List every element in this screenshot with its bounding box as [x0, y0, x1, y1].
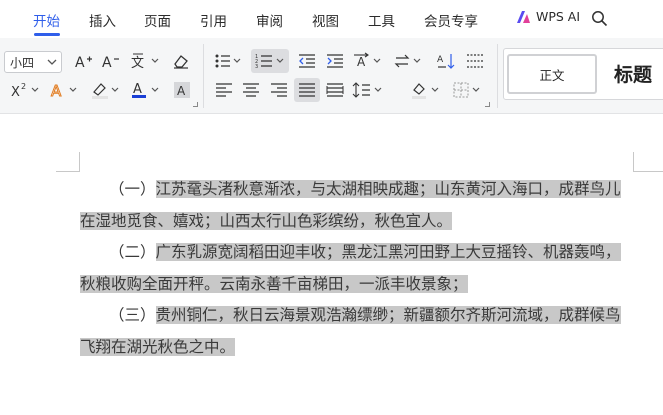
- highlight-icon[interactable]: [90, 79, 122, 101]
- line-sort-icon[interactable]: [394, 50, 424, 72]
- ribbon-separator: [203, 44, 204, 108]
- paragraph-line[interactable]: （一）江苏鼋头渚秋意渐浓，与太湖相映成趣；山东黄河入海口，成群鸟儿: [109, 174, 621, 204]
- selected-text: 贵州铜仁，秋日云海景观浩瀚缥缈；新疆额尔齐斯河流域，成群候鸟: [155, 306, 621, 324]
- tab-member[interactable]: 会员专享: [424, 10, 478, 30]
- font-dialog-launcher[interactable]: [193, 102, 198, 107]
- search-icon[interactable]: [591, 10, 608, 27]
- svg-text:A: A: [75, 55, 85, 70]
- paragraph-dialog-launcher[interactable]: [485, 102, 490, 107]
- menu-bar: 开始 插入 页面 引用 审阅 视图 工具 会员专享 WPS AI: [0, 0, 663, 38]
- wps-ai-label: WPS AI: [536, 9, 581, 24]
- paragraph-line[interactable]: （二）广东乳源宽阔稻田迎丰收；黑龙江黑河田野上大豆摇铃、机器轰鸣，: [109, 237, 621, 267]
- svg-text:A: A: [133, 82, 142, 97]
- bullet-list-icon[interactable]: [214, 50, 244, 72]
- font-size-value: 小四: [10, 55, 35, 70]
- style-normal-button[interactable]: 正文: [507, 54, 597, 94]
- clear-format-icon[interactable]: [170, 50, 192, 72]
- margin-marker: [56, 171, 80, 172]
- distributed-icon[interactable]: [324, 79, 346, 101]
- character-shading-icon[interactable]: A: [171, 79, 193, 101]
- ribbon-separator: [497, 44, 498, 108]
- document-canvas[interactable]: （一）江苏鼋头渚秋意渐浓，与太湖相映成趣；山东黄河入海口，成群鸟儿 在湿地觅食、…: [0, 115, 663, 415]
- wps-ai-icon: [517, 10, 530, 23]
- paragraph-number: （一）: [109, 180, 156, 198]
- align-left-icon[interactable]: [213, 79, 235, 101]
- chevron-down-icon: [47, 59, 57, 65]
- paragraph-line[interactable]: 在湿地觅食、嬉戏；山西太行山色彩缤纷，秋色宜人。: [80, 206, 453, 236]
- decrease-indent-icon[interactable]: [296, 50, 318, 72]
- margin-marker: [633, 152, 634, 172]
- font-color-icon[interactable]: A: [130, 79, 162, 101]
- align-center-icon[interactable]: [240, 79, 262, 101]
- sort-icon[interactable]: A: [435, 50, 457, 72]
- svg-text:3: 3: [255, 64, 258, 70]
- justify-icon[interactable]: [294, 78, 320, 102]
- selected-text: 广东乳源宽阔稻田迎丰收；黑龙江黑河田野上大豆摇铃、机器轰鸣，: [155, 243, 621, 261]
- tab-home[interactable]: 开始: [33, 10, 60, 30]
- selected-text: 飞翔在湖光秋色之中。: [80, 338, 236, 356]
- selected-text: 江苏鼋头渚秋意渐浓，与太湖相映成趣；山东黄河入海口，成群鸟儿: [155, 180, 621, 198]
- active-tab-indicator: [34, 33, 60, 36]
- phonetic-guide-icon[interactable]: 文: [130, 50, 160, 72]
- increase-indent-icon[interactable]: [324, 50, 346, 72]
- decrease-font-icon[interactable]: A: [101, 50, 121, 72]
- ribbon-toolbar: 小四 A A 文 X2 A A A 123 A A 正文 标题: [0, 38, 663, 114]
- paragraph-line[interactable]: 秋粮收购全面开秤。云南永善千亩梯田，一派丰收景象；: [80, 269, 468, 299]
- tab-tools[interactable]: 工具: [368, 10, 395, 30]
- svg-text:A: A: [357, 55, 366, 69]
- paragraph-shading-icon[interactable]: [410, 79, 442, 101]
- tab-page[interactable]: 页面: [144, 10, 171, 30]
- show-marks-icon[interactable]: [464, 50, 486, 72]
- wps-ai-button[interactable]: WPS AI: [516, 9, 580, 24]
- text-effect-icon[interactable]: A: [50, 79, 82, 101]
- svg-text:A: A: [51, 82, 62, 99]
- superscript-icon[interactable]: X2: [10, 79, 42, 101]
- svg-text:A: A: [437, 55, 444, 65]
- paragraph-line[interactable]: 飞翔在湖光秋色之中。: [80, 332, 236, 362]
- svg-text:X: X: [11, 85, 20, 99]
- line-spacing-icon[interactable]: [352, 79, 384, 101]
- selected-text: 秋粮收购全面开秤。云南永善千亩梯田，一派丰收景象；: [80, 275, 468, 293]
- tab-insert[interactable]: 插入: [89, 10, 116, 30]
- borders-icon[interactable]: [452, 79, 484, 101]
- font-size-select[interactable]: 小四: [4, 51, 62, 73]
- margin-marker: [633, 171, 663, 172]
- tab-view[interactable]: 视图: [312, 10, 339, 30]
- numbered-list-icon[interactable]: 123: [251, 49, 289, 73]
- tab-references[interactable]: 引用: [200, 10, 227, 30]
- svg-text:A: A: [177, 84, 186, 98]
- svg-text:A: A: [102, 55, 112, 70]
- margin-marker: [79, 152, 80, 172]
- tab-review[interactable]: 审阅: [256, 10, 283, 30]
- paragraph-number: （二）: [109, 243, 156, 261]
- increase-font-icon[interactable]: A: [74, 50, 94, 72]
- paragraph-line[interactable]: （三）贵州铜仁，秋日云海景观浩瀚缥缈；新疆额尔齐斯河流域，成群候鸟: [109, 300, 621, 330]
- text-direction-icon[interactable]: A: [352, 50, 384, 72]
- align-right-icon[interactable]: [268, 79, 290, 101]
- selected-text: 在湿地觅食、嬉戏；山西太行山色彩缤纷，秋色宜人。: [80, 212, 453, 230]
- paragraph-number: （三）: [109, 306, 156, 324]
- style-heading-button[interactable]: 标题: [614, 60, 652, 87]
- svg-text:文: 文: [131, 56, 144, 71]
- svg-text:2: 2: [21, 82, 26, 91]
